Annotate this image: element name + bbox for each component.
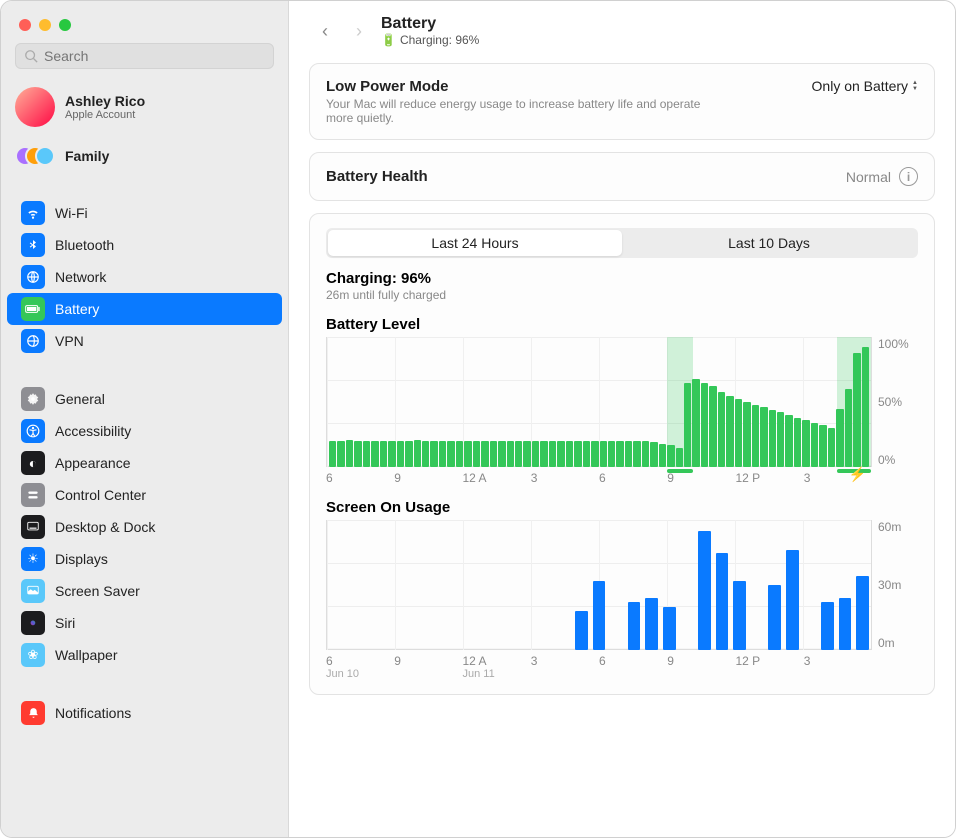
sidebar-item-label: Accessibility bbox=[55, 423, 131, 439]
back-button[interactable]: ‹ bbox=[313, 19, 337, 43]
sidebar-item-label: VPN bbox=[55, 333, 84, 349]
sidebar-item-displays[interactable]: ☀ Displays bbox=[7, 543, 282, 575]
screen-on-y-axis: 60m30m0m bbox=[872, 520, 918, 650]
family-avatar-group bbox=[15, 143, 55, 169]
sidebar-item-family[interactable]: Family bbox=[1, 135, 288, 177]
window-controls bbox=[1, 1, 288, 43]
lpm-selected-value: Only on Battery bbox=[812, 78, 909, 94]
zoom-window-button[interactable] bbox=[59, 19, 71, 31]
battery-icon bbox=[21, 297, 45, 321]
battery-health-title: Battery Health bbox=[326, 168, 428, 185]
bluetooth-icon bbox=[21, 233, 45, 257]
search-icon bbox=[24, 49, 38, 63]
x-axis-labels: 6912 A3 6912 P3 bbox=[326, 471, 872, 485]
screen-on-usage-chart: Screen On Usage 60m30m0m 6912 A3 6912 P bbox=[326, 499, 918, 680]
sidebar-item-network[interactable]: Network bbox=[7, 261, 282, 293]
time-to-full: 26m until fully charged bbox=[326, 288, 918, 302]
sidebar-item-label: Bluetooth bbox=[55, 237, 114, 253]
wallpaper-icon: ❀ bbox=[21, 643, 45, 667]
sidebar-item-general[interactable]: General bbox=[7, 383, 282, 415]
family-label: Family bbox=[65, 148, 109, 164]
siri-icon: ● bbox=[21, 611, 45, 635]
sidebar-item-label: General bbox=[55, 391, 105, 407]
header: ‹ › Battery 🔋 Charging: 96% bbox=[289, 1, 955, 57]
sidebar-item-bluetooth[interactable]: Bluetooth bbox=[7, 229, 282, 261]
lpm-select[interactable]: Only on Battery ▲▼ bbox=[812, 78, 918, 94]
sidebar-item-desktop-dock[interactable]: Desktop & Dock bbox=[7, 511, 282, 543]
desktop-dock-icon bbox=[21, 515, 45, 539]
sidebar-item-label: Displays bbox=[55, 551, 108, 567]
header-status: 🔋 Charging: 96% bbox=[381, 33, 479, 47]
search-field[interactable] bbox=[15, 43, 274, 69]
sidebar-item-label: Screen Saver bbox=[55, 583, 140, 599]
battery-level-title: Battery Level bbox=[326, 316, 918, 333]
wi-fi-icon bbox=[21, 201, 45, 225]
user-name: Ashley Rico bbox=[65, 93, 145, 109]
screen-saver-icon bbox=[21, 579, 45, 603]
updown-icon: ▲▼ bbox=[912, 80, 918, 92]
y-axis-labels: 100%50%0% bbox=[872, 337, 918, 467]
sidebar-item-label: Wi-Fi bbox=[55, 205, 88, 221]
appearance-icon: ◐ bbox=[21, 451, 45, 475]
forward-button[interactable]: › bbox=[347, 19, 371, 43]
date-labels: Jun 10Jun 11 bbox=[326, 668, 872, 680]
low-power-mode-card: Low Power Mode Your Mac will reduce ener… bbox=[309, 63, 935, 140]
notifications-icon bbox=[21, 701, 45, 725]
sidebar-item-screen-saver[interactable]: Screen Saver bbox=[7, 575, 282, 607]
tab-last-24-hours[interactable]: Last 24 Hours bbox=[328, 230, 622, 256]
displays-icon: ☀ bbox=[21, 547, 45, 571]
sidebar-item-appearance[interactable]: ◐ Appearance bbox=[7, 447, 282, 479]
user-account-type: Apple Account bbox=[65, 109, 145, 121]
battery-icon: 🔋 bbox=[381, 33, 396, 47]
general-icon bbox=[21, 387, 45, 411]
settings-window: Ashley Rico Apple Account Family Wi-Fi Bl… bbox=[0, 0, 956, 838]
sidebar-item-notifications[interactable]: Notifications bbox=[7, 697, 282, 729]
sidebar-item-accessibility[interactable]: Accessibility bbox=[7, 415, 282, 447]
sidebar-item-label: Control Center bbox=[55, 487, 146, 503]
sidebar-item-vpn[interactable]: VPN bbox=[7, 325, 282, 357]
battery-health-value: Normal bbox=[846, 169, 891, 185]
page-title: Battery bbox=[381, 15, 479, 33]
sidebar-item-label: Notifications bbox=[55, 705, 131, 721]
sidebar-item-label: Network bbox=[55, 269, 106, 285]
lpm-title: Low Power Mode bbox=[326, 78, 706, 95]
screen-on-x-axis: 6912 A3 6912 P3 bbox=[326, 654, 872, 668]
charging-bolt-icon: ⚡ bbox=[849, 466, 866, 483]
lpm-description: Your Mac will reduce energy usage to inc… bbox=[326, 97, 706, 125]
network-icon bbox=[21, 265, 45, 289]
sidebar-item-siri[interactable]: ● Siri bbox=[7, 607, 282, 639]
vpn-icon bbox=[21, 329, 45, 353]
time-range-segmented-control[interactable]: Last 24 Hours Last 10 Days bbox=[326, 228, 918, 258]
sidebar-item-wallpaper[interactable]: ❀ Wallpaper bbox=[7, 639, 282, 671]
avatar bbox=[15, 87, 55, 127]
battery-level-plot-area: ⚡ bbox=[326, 337, 872, 467]
search-input[interactable] bbox=[44, 48, 265, 64]
screen-on-plot-area bbox=[326, 520, 872, 650]
charging-status-text: Charging: 96% bbox=[400, 33, 479, 47]
sidebar: Ashley Rico Apple Account Family Wi-Fi Bl… bbox=[1, 1, 289, 837]
sidebar-item-label: Siri bbox=[55, 615, 75, 631]
battery-level-chart: Battery Level ⚡ 100%50%0% 6912 A3 6912 P… bbox=[326, 316, 918, 485]
tab-last-10-days[interactable]: Last 10 Days bbox=[622, 230, 916, 256]
sidebar-item-label: Wallpaper bbox=[55, 647, 118, 663]
usage-card: Last 24 Hours Last 10 Days Charging: 96%… bbox=[309, 213, 935, 695]
battery-health-card: Battery Health Normal i bbox=[309, 152, 935, 201]
sidebar-item-label: Desktop & Dock bbox=[55, 519, 155, 535]
sidebar-item-battery[interactable]: Battery bbox=[7, 293, 282, 325]
control-center-icon bbox=[21, 483, 45, 507]
sidebar-item-wi-fi[interactable]: Wi-Fi bbox=[7, 197, 282, 229]
close-window-button[interactable] bbox=[19, 19, 31, 31]
sidebar-item-control-center[interactable]: Control Center bbox=[7, 479, 282, 511]
info-icon[interactable]: i bbox=[899, 167, 918, 186]
sidebar-item-label: Battery bbox=[55, 301, 99, 317]
sidebar-item-label: Appearance bbox=[55, 455, 131, 471]
current-charge-title: Charging: 96% bbox=[326, 270, 918, 287]
accessibility-icon bbox=[21, 419, 45, 443]
main-content: ‹ › Battery 🔋 Charging: 96% Low Power Mo… bbox=[289, 1, 955, 837]
minimize-window-button[interactable] bbox=[39, 19, 51, 31]
screen-on-title: Screen On Usage bbox=[326, 499, 918, 516]
sidebar-item-apple-account[interactable]: Ashley Rico Apple Account bbox=[1, 79, 288, 135]
